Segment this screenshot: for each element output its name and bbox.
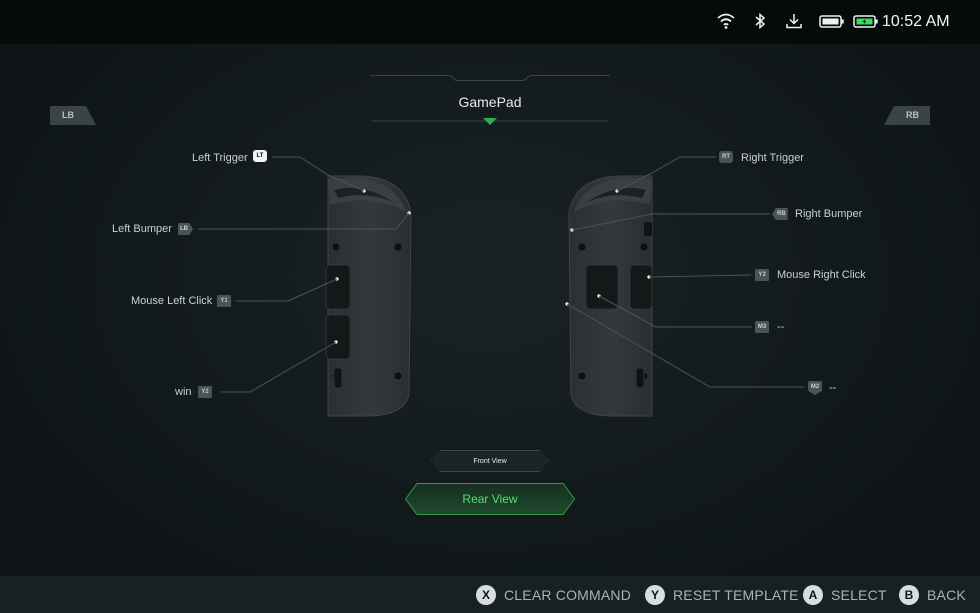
- front-view-button[interactable]: Front View: [431, 450, 549, 472]
- rt-badge: RT: [719, 151, 733, 163]
- clear-command-hint[interactable]: X CLEAR COMMAND: [476, 585, 631, 605]
- select-hint[interactable]: A SELECT: [803, 585, 887, 605]
- right-trigger-label: Right Trigger: [741, 152, 804, 164]
- y2-badge: Y2: [198, 386, 212, 398]
- left-controller: [325, 175, 412, 417]
- bluetooth-icon: [755, 12, 766, 30]
- reset-template-hint[interactable]: Y RESET TEMPLATE: [645, 585, 799, 605]
- left-trigger-label: Left Trigger: [192, 152, 248, 164]
- status-bar: 10:52 AM: [0, 0, 980, 44]
- rb-tab-button[interactable]: RB: [884, 106, 930, 125]
- m2-label: --: [829, 382, 837, 394]
- rear-view-button[interactable]: Rear View: [405, 483, 575, 515]
- back-label: BACK: [927, 587, 966, 603]
- mouse-left-click-label: Mouse Left Click: [131, 295, 213, 307]
- lb-badge: LB: [178, 223, 193, 235]
- x-button-icon: X: [476, 585, 496, 605]
- download-icon: [786, 14, 802, 29]
- gamepad-mapping-screen: 10:52 AM GamePad LB RB Left Trigger LT L…: [0, 0, 980, 613]
- y1-badge: Y1: [217, 295, 231, 307]
- page-title: GamePad: [458, 94, 522, 110]
- m2-badge: M2: [808, 381, 822, 395]
- y-button-icon: Y: [645, 585, 665, 605]
- right-bumper-label: Right Bumper: [795, 208, 863, 220]
- clear-command-label: CLEAR COMMAND: [504, 587, 632, 603]
- right-controller: [565, 175, 653, 417]
- battery-charging-icon: [853, 15, 878, 28]
- m3-label: --: [777, 321, 785, 333]
- back-hint[interactable]: B BACK: [899, 585, 966, 605]
- wifi-icon: [717, 13, 735, 29]
- b-button-icon: B: [899, 585, 919, 605]
- footer-hint-bar: X CLEAR COMMAND Y RESET TEMPLATE A SELEC…: [0, 576, 980, 613]
- header-divider-bottom: [372, 118, 608, 125]
- select-label: SELECT: [831, 587, 887, 603]
- win-label: win: [175, 386, 192, 398]
- reset-template-label: RESET TEMPLATE: [673, 587, 799, 603]
- left-bumper-label: Left Bumper: [112, 223, 172, 235]
- y3-badge: Y3: [755, 269, 769, 281]
- rear-view-label: Rear View: [462, 492, 518, 506]
- m3-badge: M3: [755, 321, 769, 333]
- mouse-right-click-label: Mouse Right Click: [777, 269, 866, 281]
- lt-badge: LT: [253, 150, 267, 162]
- clock: 10:52 AM: [882, 13, 950, 30]
- battery-device-icon: [819, 15, 844, 28]
- a-button-icon: A: [803, 585, 823, 605]
- header-divider-top: [370, 75, 610, 81]
- leader-lines: [198, 156, 804, 393]
- rb-badge: RB: [772, 208, 788, 220]
- lb-tab-button[interactable]: LB: [50, 106, 96, 125]
